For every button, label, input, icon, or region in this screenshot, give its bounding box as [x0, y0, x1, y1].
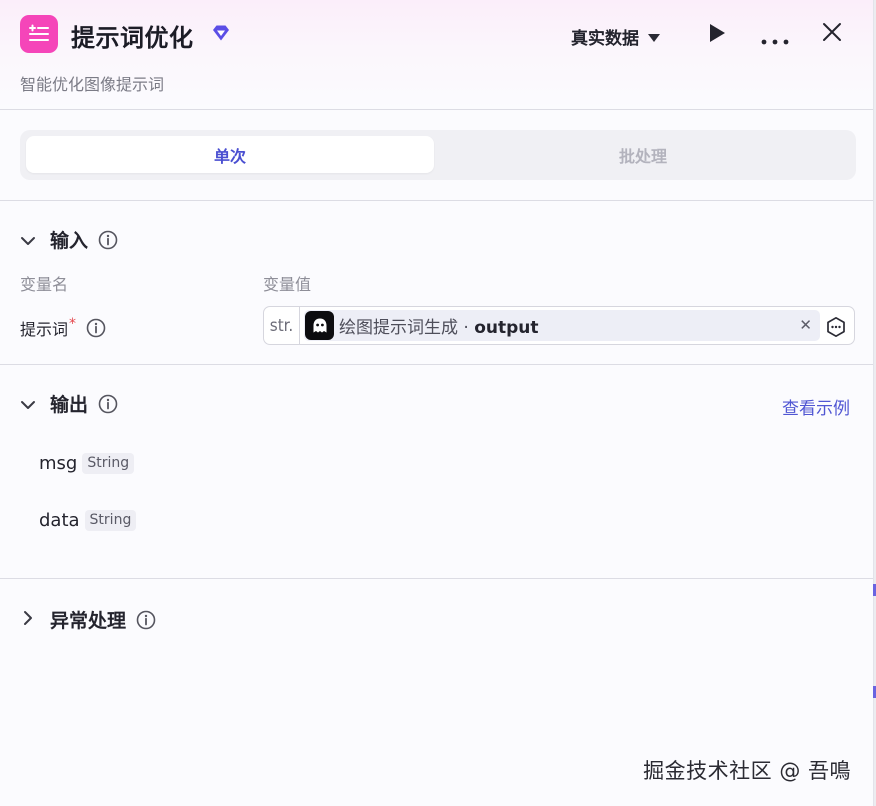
field-name: 提示词	[20, 320, 69, 339]
remove-reference-icon[interactable]: ✕	[799, 316, 812, 334]
caret-down-icon	[648, 27, 660, 47]
output-type-badge: String	[82, 453, 135, 474]
panel-header: 提示词优化 智能优化图像提示词 真实数据	[0, 0, 873, 110]
output-item: data String	[39, 510, 137, 531]
variable-value-field[interactable]: str. 绘图提示词生成 · output ✕	[263, 306, 855, 345]
output-item: msg String	[39, 453, 135, 474]
output-type-badge: String	[84, 510, 137, 531]
chevron-down-icon	[20, 229, 36, 251]
divider	[0, 200, 873, 201]
data-mode-dropdown[interactable]: 真实数据	[571, 24, 660, 49]
info-icon[interactable]	[98, 394, 118, 414]
page-subtitle: 智能优化图像提示词	[20, 75, 165, 94]
required-marker: *	[69, 316, 77, 332]
info-icon[interactable]	[98, 230, 118, 250]
close-button[interactable]	[822, 22, 842, 46]
reference-field: output	[474, 318, 539, 338]
error-section-title: 异常处理	[50, 610, 127, 632]
divider	[0, 578, 873, 579]
close-icon	[822, 23, 842, 46]
error-handling-section-toggle[interactable]: 异常处理	[20, 606, 156, 633]
variable-picker-button[interactable]	[825, 316, 847, 342]
more-button[interactable]	[761, 30, 789, 49]
reference-separator: ·	[458, 318, 475, 338]
column-header-name: 变量名	[20, 275, 69, 294]
more-horizontal-icon	[761, 30, 789, 49]
mode-tabs: 单次 批处理	[20, 130, 856, 180]
info-icon[interactable]	[136, 610, 156, 630]
reference-text: 绘图提示词生成 · output	[339, 313, 539, 338]
ghost-avatar-icon	[305, 311, 334, 340]
type-tag: str.	[264, 307, 300, 344]
reference-chip[interactable]: 绘图提示词生成 · output ✕	[304, 310, 820, 341]
reference-source: 绘图提示词生成	[339, 318, 458, 338]
page-title: 提示词优化	[71, 24, 194, 52]
divider	[0, 364, 873, 365]
data-mode-label: 真实数据	[571, 29, 639, 49]
chevron-right-icon	[20, 609, 36, 631]
node-config-panel: 提示词优化 智能优化图像提示词 真实数据 单次 批处理 输入 变量名 变量值 提…	[0, 0, 874, 806]
output-name: data	[39, 510, 80, 531]
play-icon	[708, 24, 726, 47]
tab-batch[interactable]: 批处理	[439, 136, 847, 173]
run-button[interactable]	[708, 23, 726, 47]
output-section-toggle[interactable]: 输出	[20, 390, 118, 417]
gem-icon	[211, 24, 231, 46]
input-section-toggle[interactable]: 输入	[20, 226, 118, 253]
output-name: msg	[39, 453, 78, 474]
output-section-title: 输出	[50, 394, 89, 416]
column-header-value: 变量值	[263, 275, 312, 294]
input-section-title: 输入	[50, 230, 89, 252]
field-label-prompt: 提示词 *	[20, 316, 106, 340]
watermark: 掘金技术社区 @ 吾鳴	[643, 759, 851, 783]
chevron-down-icon	[20, 393, 36, 415]
info-icon[interactable]	[86, 318, 106, 338]
variable-hexagon-icon	[825, 316, 847, 342]
list-sparkle-icon	[20, 15, 58, 53]
view-example-link[interactable]: 查看示例	[782, 394, 850, 419]
tab-single[interactable]: 单次	[26, 136, 434, 173]
